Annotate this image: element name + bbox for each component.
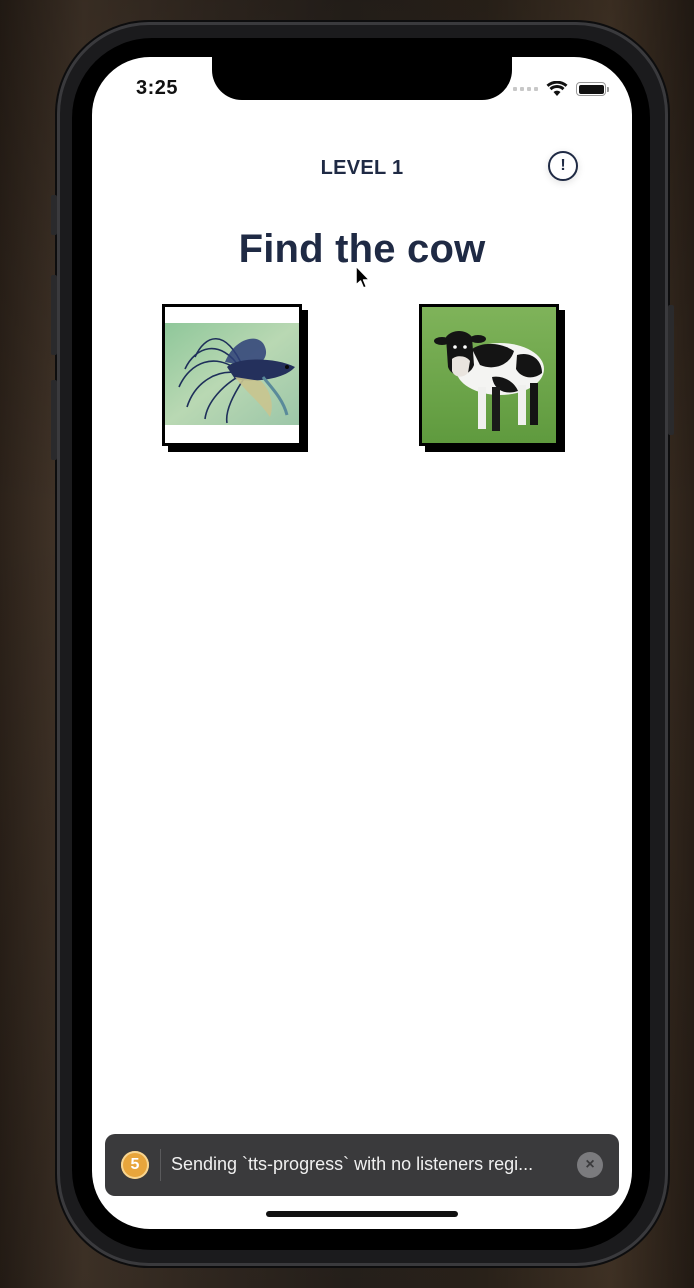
info-button[interactable]: !: [548, 151, 578, 181]
silent-switch: [51, 195, 57, 235]
volume-down-button: [51, 380, 57, 460]
info-icon: !: [560, 157, 566, 174]
status-time: 3:25: [136, 77, 179, 99]
mouse-cursor-icon: [355, 265, 371, 289]
cow-image: [422, 307, 556, 443]
warning-count-badge: 5: [121, 1151, 149, 1179]
volume-up-button: [51, 275, 57, 355]
cellular-signal-icon: [513, 87, 538, 91]
home-indicator[interactable]: [266, 1211, 458, 1217]
toast-divider: [160, 1149, 161, 1181]
choice-card-fish[interactable]: [162, 304, 302, 446]
debug-warning-toast[interactable]: 5 Sending `tts-progress` with no listene…: [105, 1134, 619, 1196]
choice-card-cow[interactable]: [419, 304, 559, 446]
betta-fish-image: [165, 307, 299, 443]
power-button: [668, 305, 674, 435]
app-screen: 3:25 LEVEL 1 ! Find the cow 5 Sending `t…: [92, 57, 632, 1229]
wifi-icon: [546, 81, 568, 96]
device-notch: [212, 57, 512, 100]
close-icon[interactable]: ×: [577, 1152, 603, 1178]
toast-message: Sending `tts-progress` with no listeners…: [171, 1154, 534, 1174]
status-icons: [513, 81, 609, 97]
battery-icon: [576, 82, 609, 96]
